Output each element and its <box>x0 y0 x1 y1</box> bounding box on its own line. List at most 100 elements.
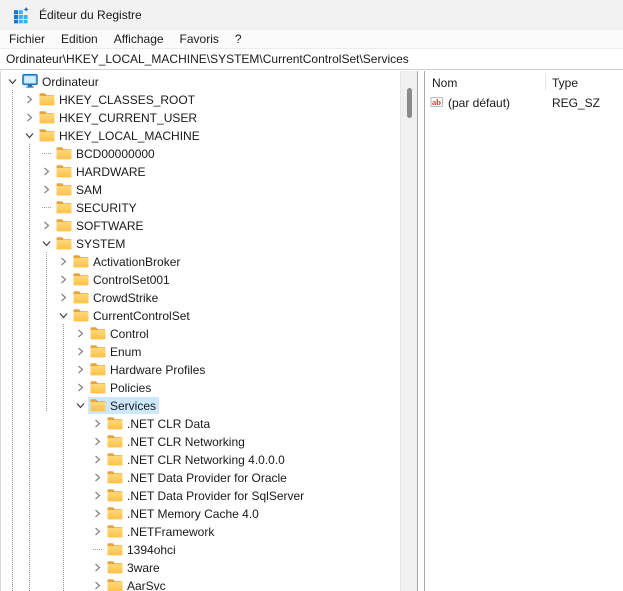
expand-toggle[interactable] <box>39 180 54 198</box>
tree-item-activationbroker[interactable]: ActivationBroker <box>1 252 400 270</box>
column-header-name[interactable]: Nom <box>425 76 545 90</box>
tree-item-content[interactable]: SOFTWARE <box>54 217 147 234</box>
address-input[interactable] <box>0 49 623 69</box>
tree-item-content[interactable]: SECURITY <box>54 199 140 216</box>
tree-line-stub <box>93 549 102 550</box>
tree-item-net-clr-networking-4-0-0-0[interactable]: .NET CLR Networking 4.0.0.0 <box>1 450 400 468</box>
tree-item-aarsvc[interactable]: AarSvc <box>1 576 400 591</box>
tree-item-hkey-current-user[interactable]: HKEY_CURRENT_USER <box>1 108 400 126</box>
expand-toggle[interactable] <box>73 378 88 396</box>
tree-item-content[interactable]: HKEY_CURRENT_USER <box>37 109 200 126</box>
expand-toggle[interactable] <box>90 504 105 522</box>
tree-item-content[interactable]: .NET Data Provider for SqlServer <box>105 487 307 504</box>
expand-toggle[interactable] <box>90 450 105 468</box>
tree-item-currentcontrolset[interactable]: CurrentControlSet <box>1 306 400 324</box>
tree-item-content[interactable]: Ordinateur <box>20 73 102 90</box>
tree-item-services[interactable]: Services <box>1 396 400 414</box>
expand-toggle[interactable] <box>90 576 105 591</box>
tree-scrollbar[interactable] <box>400 71 417 591</box>
tree-item-security[interactable]: SECURITY <box>1 198 400 216</box>
expand-toggle[interactable] <box>39 216 54 234</box>
tree-item-1394ohci[interactable]: 1394ohci <box>1 540 400 558</box>
expand-toggle[interactable] <box>90 414 105 432</box>
collapse-toggle[interactable] <box>22 126 37 144</box>
tree-item-content[interactable]: HKEY_CLASSES_ROOT <box>37 91 198 108</box>
expand-toggle[interactable] <box>90 432 105 450</box>
tree-item-content[interactable]: .NET CLR Data <box>105 415 213 432</box>
tree-item-content[interactable]: 3ware <box>105 559 163 576</box>
tree-item-hardware-profiles[interactable]: Hardware Profiles <box>1 360 400 378</box>
expand-toggle[interactable] <box>22 90 37 108</box>
expand-toggle[interactable] <box>56 270 71 288</box>
tree-item-content[interactable]: BCD00000000 <box>54 145 158 162</box>
tree-item-hkey-local-machine[interactable]: HKEY_LOCAL_MACHINE <box>1 126 400 144</box>
tree-item-policies[interactable]: Policies <box>1 378 400 396</box>
expand-toggle[interactable] <box>90 522 105 540</box>
value-row-par-d-faut[interactable]: ab(par défaut)REG_SZ <box>425 93 623 112</box>
tree-item-hkey-classes-root[interactable]: HKEY_CLASSES_ROOT <box>1 90 400 108</box>
tree-item-content[interactable]: Hardware Profiles <box>88 361 208 378</box>
tree-item-system[interactable]: SYSTEM <box>1 234 400 252</box>
tree-item-content[interactable]: HKEY_LOCAL_MACHINE <box>37 127 203 144</box>
tree-item-control[interactable]: Control <box>1 324 400 342</box>
tree-item-net-clr-data[interactable]: .NET CLR Data <box>1 414 400 432</box>
tree-item-content[interactable]: Policies <box>88 379 154 396</box>
tree-item-content-selected[interactable]: Services <box>88 397 159 414</box>
menu-item-[interactable]: ? <box>227 31 250 48</box>
tree-item-content[interactable]: AarSvc <box>105 577 169 591</box>
tree-item-content[interactable]: .NET CLR Networking 4.0.0.0 <box>105 451 288 468</box>
tree-item-net-clr-networking[interactable]: .NET CLR Networking <box>1 432 400 450</box>
tree-item-netframework[interactable]: .NETFramework <box>1 522 400 540</box>
tree-item-content[interactable]: .NET Memory Cache 4.0 <box>105 505 262 522</box>
expand-toggle[interactable] <box>22 108 37 126</box>
tree-item-content[interactable]: SYSTEM <box>54 235 128 252</box>
menu-item-affichage[interactable]: Affichage <box>106 31 172 48</box>
expand-toggle[interactable] <box>73 342 88 360</box>
tree-item-content[interactable]: .NET CLR Networking <box>105 433 248 450</box>
collapse-toggle[interactable] <box>56 306 71 324</box>
tree-item-net-data-provider-for-sqlserver[interactable]: .NET Data Provider for SqlServer <box>1 486 400 504</box>
tree-item-content[interactable]: SAM <box>54 181 105 198</box>
tree-item-software[interactable]: SOFTWARE <box>1 216 400 234</box>
collapse-toggle[interactable] <box>5 72 20 90</box>
expand-toggle[interactable] <box>90 486 105 504</box>
column-separator[interactable] <box>545 73 546 91</box>
menu-item-fichier[interactable]: Fichier <box>1 31 53 48</box>
collapse-toggle[interactable] <box>73 396 88 414</box>
expand-toggle[interactable] <box>56 252 71 270</box>
tree-item-ordinateur[interactable]: Ordinateur <box>1 72 400 90</box>
tree-item-content[interactable]: ActivationBroker <box>71 253 183 270</box>
tree-view: OrdinateurHKEY_CLASSES_ROOTHKEY_CURRENT_… <box>1 71 400 591</box>
tree-item-content[interactable]: CurrentControlSet <box>71 307 193 324</box>
folder-icon <box>73 308 89 322</box>
tree-item-content[interactable]: .NET Data Provider for Oracle <box>105 469 290 486</box>
tree-item-content[interactable]: HARDWARE <box>54 163 149 180</box>
tree-item-content[interactable]: .NETFramework <box>105 523 217 540</box>
tree-item-sam[interactable]: SAM <box>1 180 400 198</box>
tree-item-content[interactable]: Control <box>88 325 152 342</box>
expand-toggle[interactable] <box>73 360 88 378</box>
menu-item-edition[interactable]: Edition <box>53 31 106 48</box>
tree-item-3ware[interactable]: 3ware <box>1 558 400 576</box>
tree-item-hardware[interactable]: HARDWARE <box>1 162 400 180</box>
tree-item-net-memory-cache-4-0[interactable]: .NET Memory Cache 4.0 <box>1 504 400 522</box>
tree-item-enum[interactable]: Enum <box>1 342 400 360</box>
tree-item-content[interactable]: 1394ohci <box>105 541 179 558</box>
tree-item-crowdstrike[interactable]: CrowdStrike <box>1 288 400 306</box>
column-header-type[interactable]: Type <box>545 76 578 90</box>
expand-toggle[interactable] <box>73 324 88 342</box>
expand-toggle[interactable] <box>90 558 105 576</box>
tree-item-bcd00000000[interactable]: BCD00000000 <box>1 144 400 162</box>
tree-item-content[interactable]: CrowdStrike <box>71 289 161 306</box>
folder-icon <box>107 416 123 430</box>
tree-item-net-data-provider-for-oracle[interactable]: .NET Data Provider for Oracle <box>1 468 400 486</box>
expand-toggle[interactable] <box>39 162 54 180</box>
expand-toggle[interactable] <box>56 288 71 306</box>
menu-item-favoris[interactable]: Favoris <box>172 31 227 48</box>
tree-item-controlset001[interactable]: ControlSet001 <box>1 270 400 288</box>
tree-scrollbar-thumb[interactable] <box>407 88 412 118</box>
tree-item-content[interactable]: ControlSet001 <box>71 271 173 288</box>
collapse-toggle[interactable] <box>39 234 54 252</box>
tree-item-content[interactable]: Enum <box>88 343 144 360</box>
expand-toggle[interactable] <box>90 468 105 486</box>
